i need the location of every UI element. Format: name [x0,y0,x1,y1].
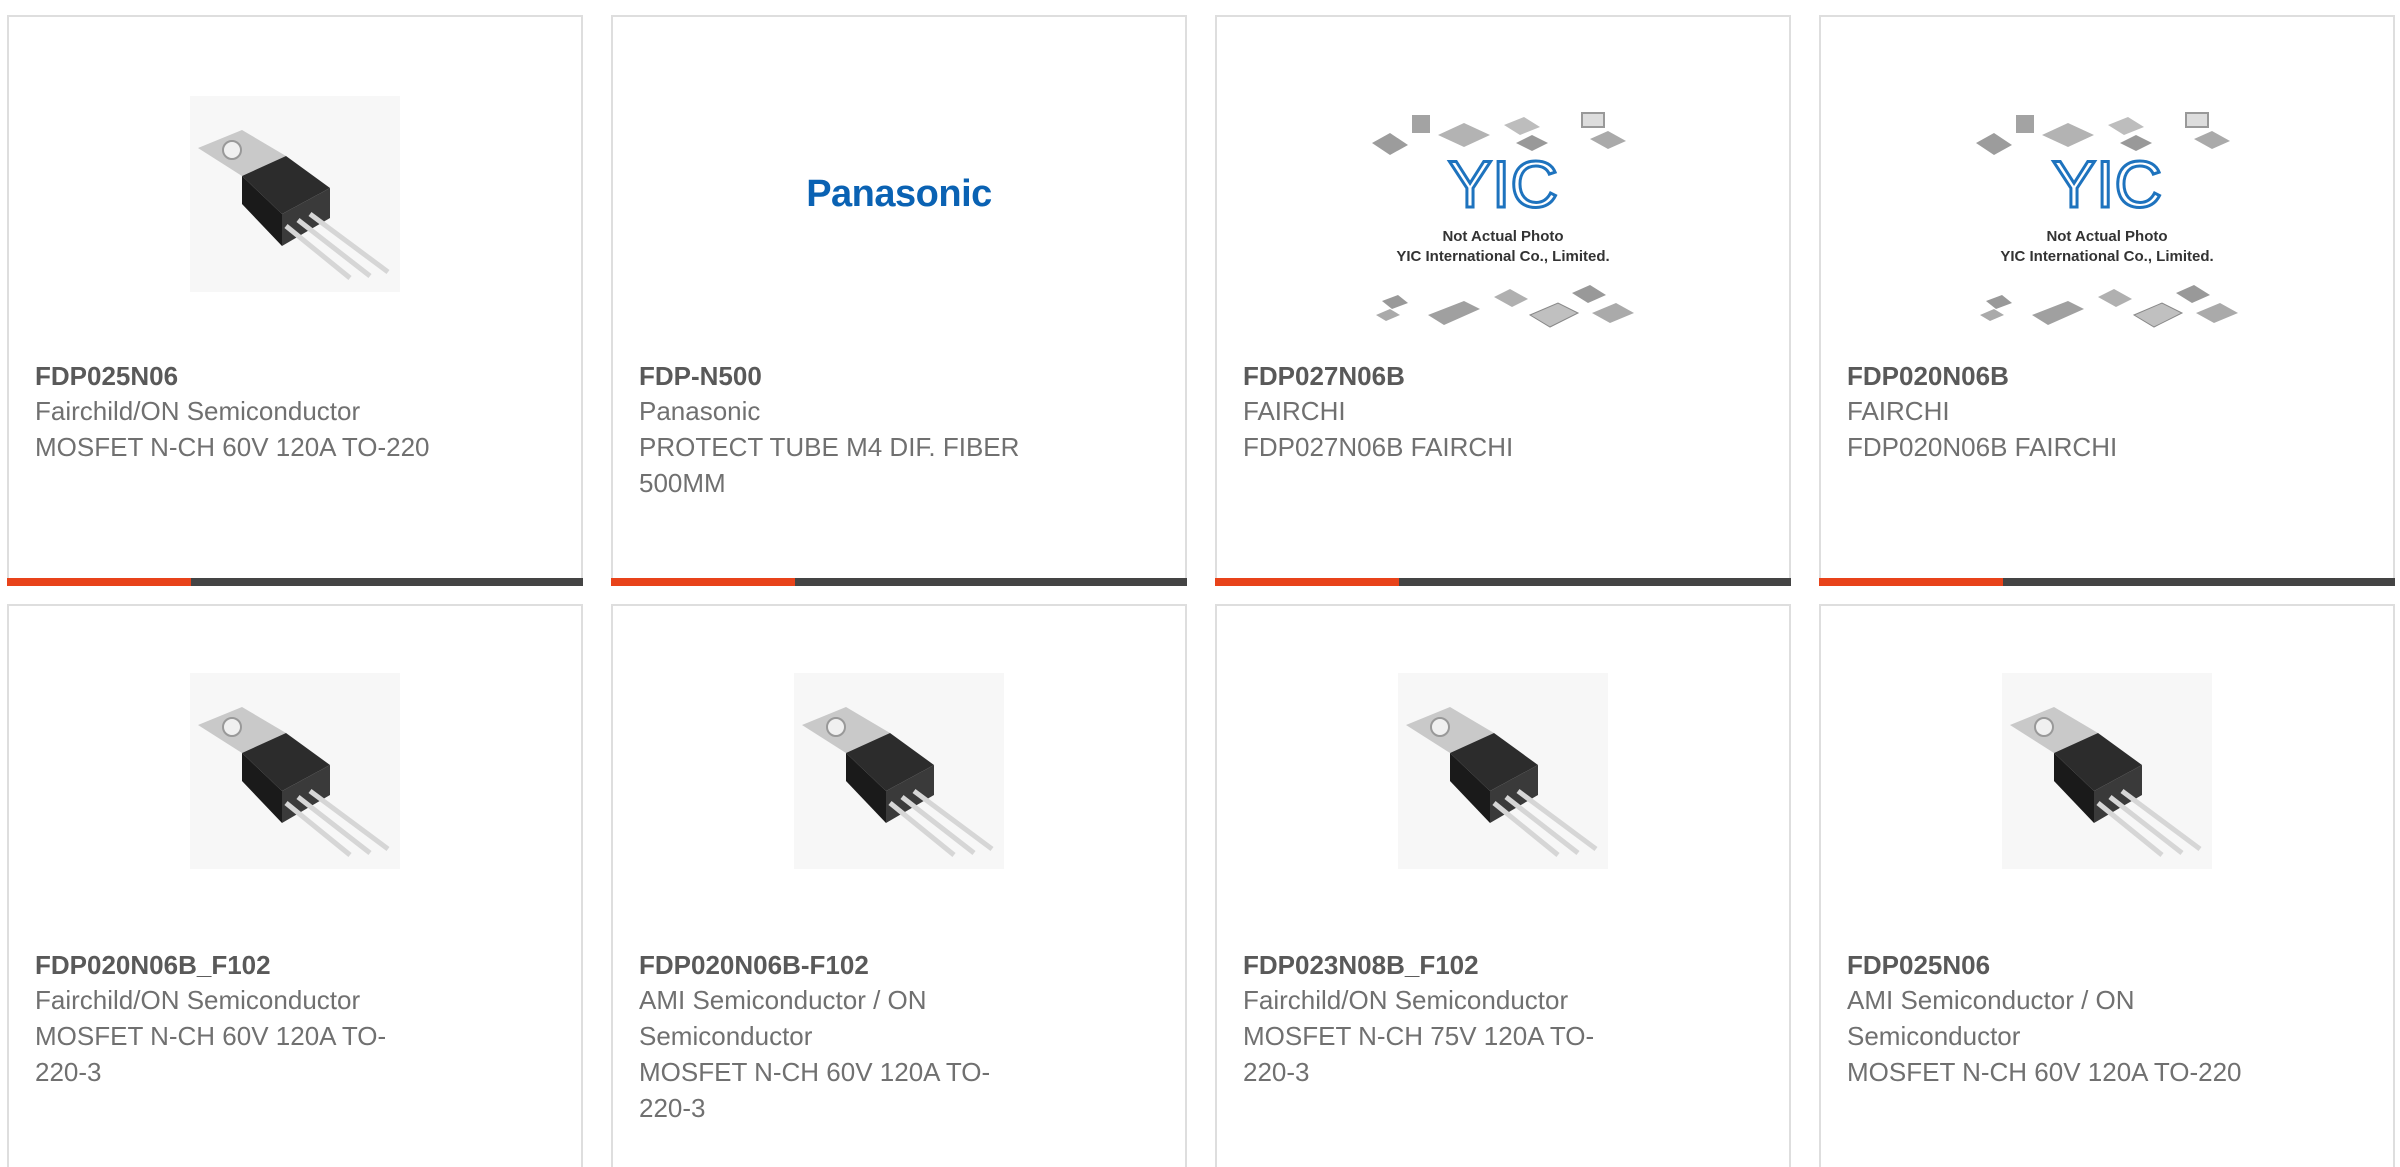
description: PROTECT TUBE M4 DIF. FIBER 500MM [639,432,1020,498]
yic-placeholder-icon: YIC Not Actual Photo YIC International C… [1372,112,1634,328]
card-footer-bar [611,578,1187,586]
product-image[interactable]: YIC Not Actual Photo YIC International C… [1217,105,1789,355]
description: MOSFET N-CH 60V 120A TO-220-3 [35,1021,387,1087]
product-image[interactable] [613,664,1185,878]
placeholder-company: YIC International Co., Limited. [2000,248,2213,265]
manufacturer: AMI Semiconductor / ON Semiconductor [639,985,927,1051]
product-card[interactable]: YIC Not Actual Photo YIC International C… [1215,15,1791,586]
description: MOSFET N-CH 75V 120A TO-220-3 [1243,1021,1595,1087]
to220-transistor-icon [190,673,400,869]
yic-logo: YIC [2052,147,2162,221]
product-card[interactable]: YIC Not Actual Photo YIC International C… [1819,15,2395,586]
product-image[interactable]: YIC Not Actual Photo YIC International C… [1821,105,2393,355]
part-number[interactable]: FDP020N06B-F102 [639,948,1039,982]
part-number[interactable]: FDP020N06B_F102 [35,948,435,982]
product-card[interactable]: FDP020N06B_F102 Fairchild/ON Semiconduct… [7,604,583,1167]
placeholder-company: YIC International Co., Limited. [1396,248,1609,265]
product-card[interactable]: FDP025N06 Fairchild/ON Semiconductor MOS… [7,15,583,586]
manufacturer: Fairchild/ON Semiconductor [1243,985,1569,1015]
product-image[interactable] [9,87,581,301]
manufacturer: Fairchild/ON Semiconductor [35,396,361,426]
product-card[interactable]: Panasonic FDP-N500 Panasonic PROTECT TUB… [611,15,1187,586]
description: FDP027N06B FAIRCHI [1243,432,1514,462]
card-footer-bar [1819,578,2395,586]
part-number[interactable]: FDP020N06B [1847,359,2247,393]
card-footer-bar [7,578,583,586]
card-footer-accent [1215,578,1399,586]
card-footer-bar [1215,578,1791,586]
to220-transistor-icon [2002,673,2212,869]
part-number[interactable]: FDP-N500 [639,359,1039,393]
to220-transistor-icon [190,96,400,292]
part-number[interactable]: FDP027N06B [1243,359,1643,393]
product-image[interactable]: Panasonic [613,87,1185,301]
product-card[interactable]: FDP020N06B-F102 AMI Semiconductor / ON S… [611,604,1187,1167]
placeholder-caption: Not Actual Photo [1442,228,1563,245]
yic-logo: YIC [1448,147,1558,221]
to220-transistor-icon [794,673,1004,869]
manufacturer: Panasonic [639,396,761,426]
to220-transistor-icon [1398,673,1608,869]
product-card[interactable]: FDP025N06 AMI Semiconductor / ON Semicon… [1819,604,2395,1167]
manufacturer: Fairchild/ON Semiconductor [35,985,361,1015]
description: MOSFET N-CH 60V 120A TO-220 [1847,1057,2242,1087]
part-number[interactable]: FDP025N06 [35,359,435,393]
product-image[interactable] [1217,664,1789,878]
product-card[interactable]: FDP023N08B_F102 Fairchild/ON Semiconduct… [1215,604,1791,1167]
description: FDP020N06B FAIRCHI [1847,432,2118,462]
manufacturer: FAIRCHI [1847,396,1950,426]
panasonic-logo: Panasonic [806,172,992,215]
card-footer-accent [7,578,191,586]
card-footer-accent [1819,578,2003,586]
part-number[interactable]: FDP025N06 [1847,948,2247,982]
yic-placeholder-icon: YIC Not Actual Photo YIC International C… [1976,112,2238,328]
product-image[interactable] [9,664,581,878]
card-footer-accent [611,578,795,586]
part-number[interactable]: FDP023N08B_F102 [1243,948,1643,982]
product-grid: FDP025N06 Fairchild/ON Semiconductor MOS… [0,0,2400,1167]
manufacturer: AMI Semiconductor / ON Semiconductor [1847,985,2135,1051]
description: MOSFET N-CH 60V 120A TO-220-3 [639,1057,991,1123]
placeholder-caption: Not Actual Photo [2046,228,2167,245]
manufacturer: FAIRCHI [1243,396,1346,426]
description: MOSFET N-CH 60V 120A TO-220 [35,432,430,462]
product-image[interactable] [1821,664,2393,878]
